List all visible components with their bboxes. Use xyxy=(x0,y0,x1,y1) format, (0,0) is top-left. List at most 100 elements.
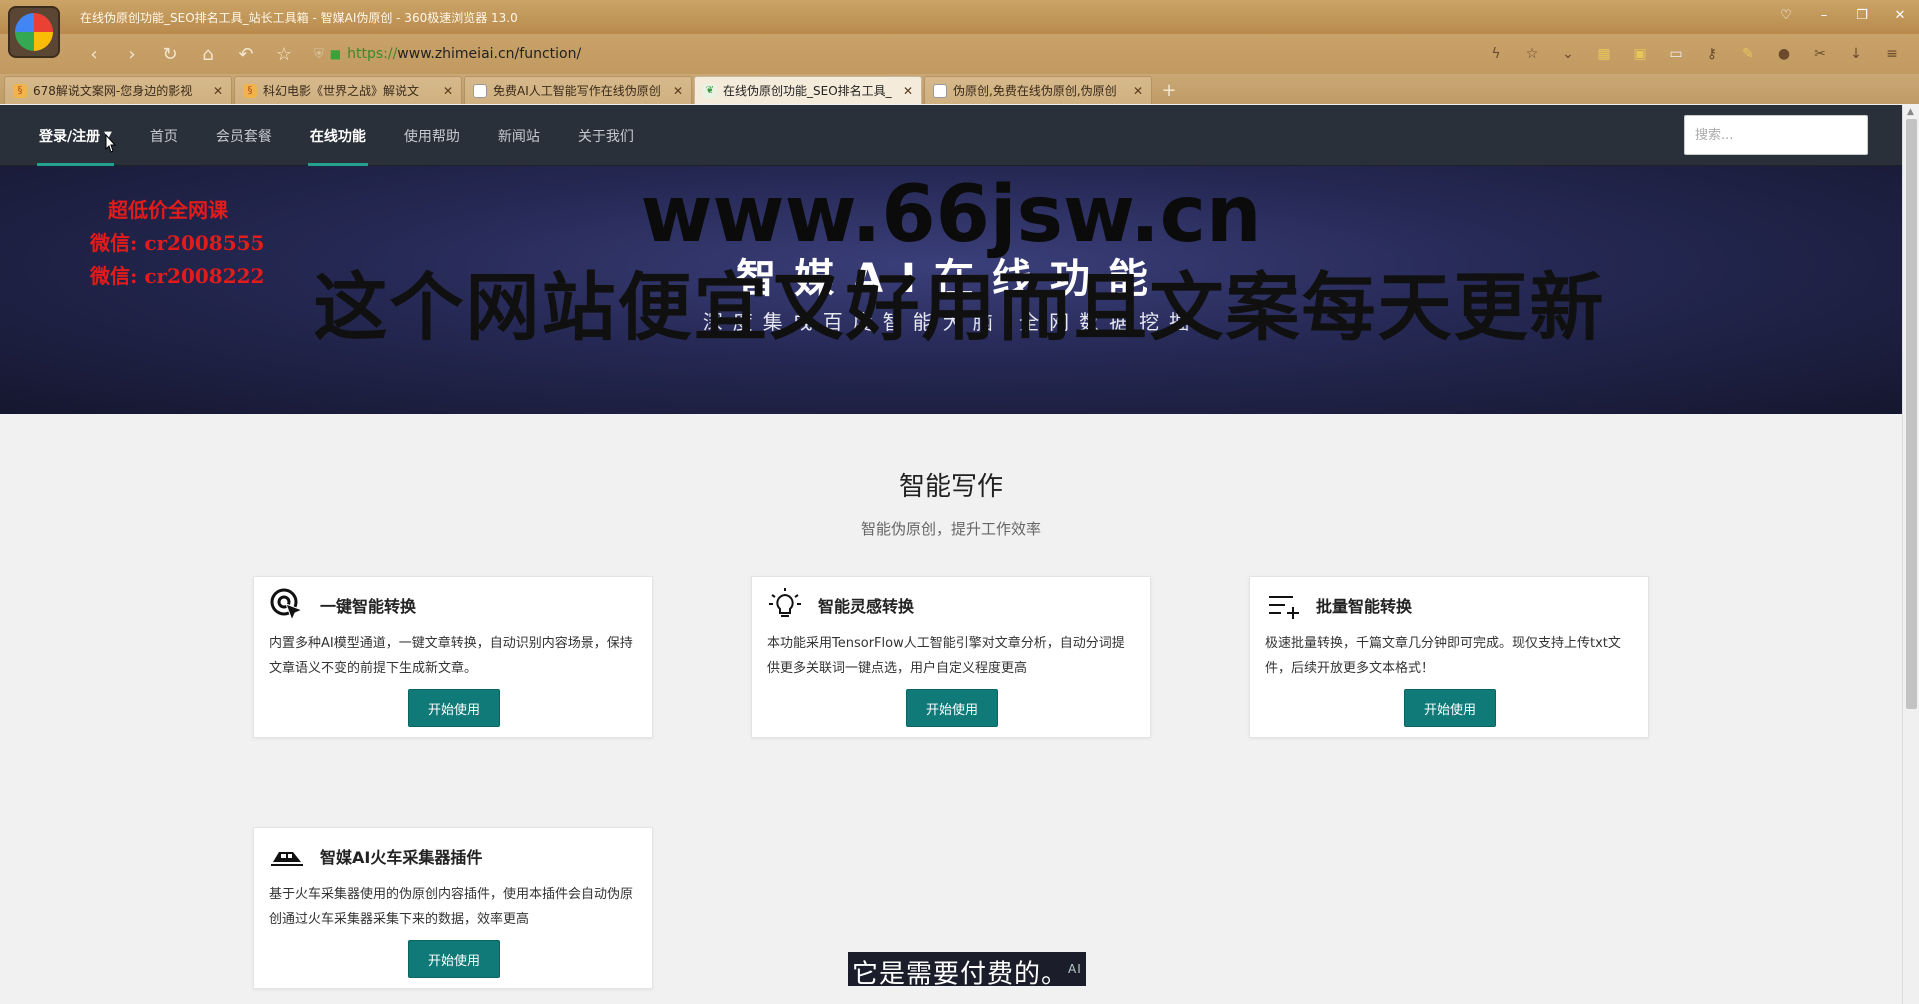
nav-item-vip[interactable]: 会员套餐 xyxy=(197,105,291,166)
browser-logo-icon xyxy=(15,13,53,51)
start-button[interactable]: 开始使用 xyxy=(408,940,500,978)
window-controls: ♡ – ❐ ✕ xyxy=(1777,6,1909,24)
restore-icon[interactable]: ❐ xyxy=(1853,6,1871,24)
card-description: 极速批量转换，千篇文章几分钟即可完成。现仅支持上传txt文件，后续开放更多文本格… xyxy=(1265,636,1621,676)
minimize-icon[interactable]: – xyxy=(1815,6,1833,24)
nav-buttons: ‹ › ↻ ⌂ ↶ ☆ xyxy=(82,43,296,65)
section-title: 智能写作 xyxy=(898,472,1003,502)
toolbar-extensions: ϟ ☆ ⌄ ▦ ▣ ▭ ⚷ ✎ ● ✂ ↓ ≡ xyxy=(1485,44,1903,64)
refresh-icon[interactable]: ↻ xyxy=(158,43,182,65)
tab-close-icon[interactable]: ✕ xyxy=(673,84,683,98)
page-icon xyxy=(933,83,947,98)
card-title: 一键智能转换 xyxy=(320,597,417,616)
site-navbar: 登录/注册 ▼ 首页 会员套餐 在线功能 使用帮助 新闻站 关于我们 xyxy=(0,105,1902,166)
globe-icon[interactable]: ● xyxy=(1773,44,1795,64)
tab-close-icon[interactable]: ✕ xyxy=(903,84,913,98)
card-description: 基于火车采集器使用的伪原创内容插件，使用本插件会自动伪原创通过火车采集器采集下来… xyxy=(269,887,634,927)
tab-label: 在线伪原创功能_SEO排名工具_ xyxy=(723,84,892,98)
feature-card: 一键智能转换 内置多种AI模型通道，一键文章转换，自动识别内容场景，保持文章语义… xyxy=(253,576,653,738)
watermark-line: 微信: cr2008555 xyxy=(90,231,265,255)
watermark-line: 微信: cr2008222 xyxy=(90,264,265,288)
scissors-icon[interactable]: ✂ xyxy=(1809,44,1831,64)
browser-titlebar: 在线伪原创功能_SEO排名工具_站长工具箱 - 智媒AI伪原创 - 360极速浏… xyxy=(0,0,1919,34)
nav-item-label: 关于我们 xyxy=(577,128,634,145)
key-icon[interactable]: ⚷ xyxy=(1701,44,1723,64)
feature-card: 批量智能转换 极速批量转换，千篇文章几分钟即可完成。现仅支持上传txt文件，后续… xyxy=(1249,576,1649,738)
tab[interactable]: 免费AI人工智能写作在线伪原创 ✕ xyxy=(464,76,692,104)
scroll-up-icon[interactable]: ▲ xyxy=(1907,107,1914,117)
book-icon: § xyxy=(243,83,257,98)
nav-item-news[interactable]: 新闻站 xyxy=(479,105,559,166)
tab-active[interactable]: ❦ 在线伪原创功能_SEO排名工具_ ✕ xyxy=(694,76,922,104)
scrollbar-thumb[interactable] xyxy=(1906,119,1917,709)
card-title: 批量智能转换 xyxy=(1316,597,1413,616)
skin-icon[interactable]: ♡ xyxy=(1777,6,1795,24)
bookmark-star-icon[interactable]: ☆ xyxy=(1521,44,1543,64)
undo-icon[interactable]: ↶ xyxy=(234,43,258,65)
forward-icon[interactable]: › xyxy=(120,43,144,65)
tab-close-icon[interactable]: ✕ xyxy=(213,84,223,98)
train-icon xyxy=(271,852,303,866)
translate-icon[interactable]: ✎ xyxy=(1737,44,1759,64)
watermark-line: 超低价全网课 xyxy=(108,198,228,222)
lightbulb-icon xyxy=(769,588,801,617)
menu-icon[interactable]: ≡ xyxy=(1881,44,1903,64)
page-scrollbar[interactable]: ▲ xyxy=(1902,105,1919,1004)
tab-label: 免费AI人工智能写作在线伪原创 xyxy=(493,84,661,98)
star-icon[interactable]: ☆ xyxy=(272,43,296,65)
nav-item-label: 使用帮助 xyxy=(403,128,460,145)
start-button[interactable]: 开始使用 xyxy=(906,689,998,727)
nav-item-help[interactable]: 使用帮助 xyxy=(385,105,479,166)
tab-strip: § 678解说文案网-您身边的影视 ✕ § 科幻电影《世界之战》解说文 ✕ 免费… xyxy=(0,74,1919,104)
lock-icon: ■ xyxy=(329,47,342,61)
screen-icon[interactable]: ▭ xyxy=(1665,44,1687,64)
section-subtitle: 智能伪原创，提升工作效率 xyxy=(860,520,1041,538)
card-header: 一键智能转换 xyxy=(268,587,416,623)
tab[interactable]: § 科幻电影《世界之战》解说文 ✕ xyxy=(234,76,462,104)
new-tab-button[interactable]: + xyxy=(1154,76,1184,104)
nav-item-label: 新闻站 xyxy=(497,128,540,145)
browser-toolbar: ‹ › ↻ ⌂ ↶ ☆ ⛨ ■ https://www.zhimeiai.cn/… xyxy=(0,34,1919,74)
lightning-icon[interactable]: ϟ xyxy=(1485,44,1507,64)
window-title: 在线伪原创功能_SEO排名工具_站长工具箱 - 智媒AI伪原创 - 360极速浏… xyxy=(80,11,518,25)
target-cursor-icon xyxy=(270,588,304,622)
home-icon[interactable]: ⌂ xyxy=(196,43,220,65)
tab-label: 伪原创,免费在线伪原创,伪原创 xyxy=(953,84,1117,98)
download-icon[interactable]: ↓ xyxy=(1845,44,1867,64)
grid-icon[interactable]: ▣ xyxy=(1629,44,1651,64)
nav-item-label: 在线功能 xyxy=(309,128,366,145)
shield-icon: ⛨ xyxy=(314,46,324,62)
mouse-cursor-icon xyxy=(105,134,117,153)
list-add-icon xyxy=(1269,596,1299,619)
card-header: 智能灵感转换 xyxy=(766,587,914,623)
nav-item-functions[interactable]: 在线功能 xyxy=(291,105,385,166)
back-icon[interactable]: ‹ xyxy=(82,43,106,65)
address-bar[interactable]: ⛨ ■ https://www.zhimeiai.cn/function/ xyxy=(314,41,1464,67)
watermark-contact: 超低价全网课 微信: cr2008555 微信: cr2008222 xyxy=(90,194,264,293)
card-description: 本功能采用TensorFlow人工智能引擎对文章分析，自动分词提供更多关联词一键… xyxy=(767,636,1125,676)
browser-logo[interactable] xyxy=(8,6,60,58)
card-description: 内置多种AI模型通道，一键文章转换，自动识别内容场景，保持文章语义不变的前提下生… xyxy=(269,636,633,676)
tab[interactable]: § 678解说文案网-您身边的影视 ✕ xyxy=(4,76,232,104)
card-title: 智媒AI火车采集器插件 xyxy=(320,848,483,867)
chevron-down-icon[interactable]: ⌄ xyxy=(1557,44,1579,64)
nav-item-home[interactable]: 首页 xyxy=(131,105,197,166)
close-icon[interactable]: ✕ xyxy=(1891,6,1909,24)
tab[interactable]: 伪原创,免费在线伪原创,伪原创 ✕ xyxy=(924,76,1152,104)
tab-label: 科幻电影《世界之战》解说文 xyxy=(263,84,420,98)
tab-close-icon[interactable]: ✕ xyxy=(443,84,453,98)
card-header: 批量智能转换 xyxy=(1264,587,1412,623)
leaf-icon: ❦ xyxy=(703,83,717,98)
caption-text: 它是需要付费的。 xyxy=(852,959,1069,990)
book-icon: § xyxy=(13,83,27,98)
apps-icon[interactable]: ▦ xyxy=(1593,44,1615,64)
tab-close-icon[interactable]: ✕ xyxy=(1133,84,1143,98)
search-input[interactable] xyxy=(1684,115,1868,155)
tab-label: 678解说文案网-您身边的影视 xyxy=(33,84,193,98)
feature-card: 智媒AI火车采集器插件 基于火车采集器使用的伪原创内容插件，使用本插件会自动伪原… xyxy=(253,827,653,989)
nav-item-about[interactable]: 关于我们 xyxy=(559,105,653,166)
watermark-url: www.66jsw.cn xyxy=(640,170,1262,260)
start-button[interactable]: 开始使用 xyxy=(408,689,500,727)
nav-item-label: 会员套餐 xyxy=(215,128,272,145)
start-button[interactable]: 开始使用 xyxy=(1404,689,1496,727)
